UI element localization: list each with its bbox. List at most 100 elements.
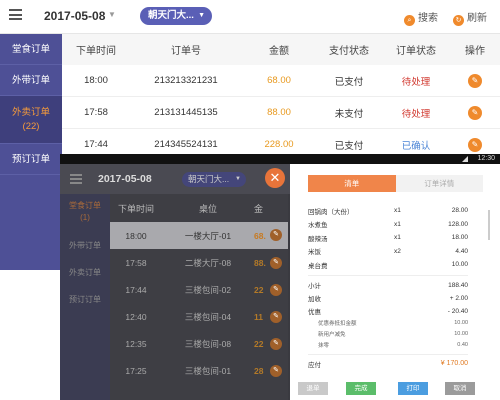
tab-order-detail[interactable]: 订单详情 — [395, 175, 483, 192]
column-header: 下单时间 — [117, 203, 154, 214]
surcharge-row: 加收 + 2.00 — [308, 292, 468, 305]
subtotal-label: 小计 — [308, 283, 321, 290]
item-price: 128.00 — [448, 220, 468, 228]
discount-detail-value: 10.00 — [454, 320, 468, 326]
edit-order-icon[interactable]: ✎ — [468, 73, 482, 88]
discount-detail-label: 优惠券抵扣金额 — [318, 321, 357, 327]
divider — [308, 274, 468, 276]
table-row[interactable]: 18:00 213213321231 68.00 已支付 待处理 ✎ — [62, 65, 500, 97]
edit-order-icon[interactable]: ✎ — [270, 311, 282, 323]
sidebar-item-label: 外带订单 — [69, 241, 101, 250]
refresh-button[interactable]: ↻ 刷新 — [453, 9, 487, 26]
order-time: 12:35 — [125, 338, 147, 349]
column-header: 下单时间 — [76, 46, 116, 57]
chevron-down-icon[interactable]: ▼ — [108, 10, 116, 19]
discount-detail-label: 抹零 — [318, 343, 330, 349]
discount-detail-label: 新用户减免 — [318, 332, 346, 338]
order-time: 18:00 — [125, 230, 147, 241]
total-value: ¥ 170.00 — [440, 360, 468, 367]
divider — [308, 353, 468, 355]
edit-order-icon[interactable]: ✎ — [270, 284, 282, 296]
store-selector[interactable]: 朝天门大... ▼ — [182, 172, 246, 187]
store-label: 朝天门大... — [188, 174, 230, 184]
sidebar-item-label: 预订订单 — [11, 154, 50, 165]
list-item: 水煮鱼 x1 128.00 — [308, 218, 468, 232]
edit-order-icon[interactable]: ✎ — [270, 338, 282, 350]
store-selector[interactable]: 朝天门大... ▼ — [140, 7, 212, 25]
status-bar: 12:30 — [60, 154, 500, 164]
status-time: 12:30 — [477, 155, 495, 162]
table-header: 下单时间 订单号 金额 支付状态 订单状态 操作 — [62, 34, 500, 65]
tab-item-list[interactable]: 清单 — [308, 175, 396, 192]
total-label: 应付 — [308, 361, 321, 369]
item-price: 10.00 — [451, 261, 468, 269]
column-header: 金额 — [269, 46, 289, 57]
edit-order-icon[interactable]: ✎ — [468, 105, 482, 120]
edit-order-icon[interactable]: ✎ — [270, 229, 282, 241]
sidebar-item-takeout[interactable]: 外带订单 — [0, 65, 62, 96]
sidebar-item-delivery[interactable]: 外卖订单 (22) — [0, 96, 62, 144]
refresh-label: 刷新 — [467, 13, 487, 24]
hamburger-menu-icon[interactable] — [9, 9, 22, 20]
overlay-screen: 12:30 2017-05-08 朝天门大... ▼ ✕ 堂食订单 (1) 外带… — [60, 154, 500, 400]
edit-order-icon[interactable]: ✎ — [270, 257, 282, 269]
close-icon[interactable]: ✕ — [265, 168, 285, 188]
scrollbar[interactable] — [488, 210, 490, 240]
item-price: 4.40 — [455, 247, 468, 255]
order-status: 待处理 — [401, 108, 431, 120]
item-qty: x1 — [394, 234, 401, 242]
search-button[interactable]: ⌕ 搜索 — [404, 9, 438, 26]
discount-detail-row: 优惠券抵扣金额 10.00 — [308, 318, 468, 329]
column-header: 桌位 — [198, 203, 217, 214]
item-price: 28.00 — [451, 207, 468, 215]
item-qty: x1 — [394, 220, 401, 228]
sidebar: 堂食订单 (1) 外带订单 外卖订单 预订订单 — [60, 194, 110, 400]
surcharge-label: 加收 — [308, 296, 321, 303]
orders-table: 下单时间 订单号 金额 支付状态 订单状态 操作 18:00 213213321… — [62, 34, 500, 161]
discount-value: - 20.40 — [447, 307, 468, 315]
store-label: 朝天门大... — [148, 10, 194, 21]
sidebar-item-dine-in[interactable]: 堂食订单 (1) — [60, 194, 110, 232]
column-header: 订单号 — [171, 46, 201, 57]
sidebar-item-count: (22) — [22, 121, 40, 132]
discount-detail-row: 抹零 0.40 — [308, 340, 468, 351]
sidebar-item-delivery[interactable]: 外卖订单 — [60, 259, 110, 286]
discount-row: 优惠 - 20.40 — [308, 305, 468, 318]
order-number: 214345524131 — [154, 139, 218, 150]
item-name: 米饭 — [308, 249, 321, 257]
date-selector[interactable]: 2017-05-08 — [98, 173, 152, 185]
refund-button[interactable]: 退单 — [298, 382, 328, 395]
sidebar-item-dine-in[interactable]: 堂食订单 — [0, 34, 62, 65]
hamburger-menu-icon[interactable] — [70, 174, 82, 184]
table-row[interactable]: 17:58 213131445135 88.00 未支付 待处理 ✎ — [62, 97, 500, 129]
order-time: 17:25 — [125, 365, 147, 376]
date-selector[interactable]: 2017-05-08 — [44, 9, 105, 23]
order-amount: 68.00 — [267, 75, 291, 86]
row-actions: ✎ ✎ ✎ ✎ ✎ ✎ — [262, 194, 288, 400]
payment-status: 已支付 — [334, 140, 364, 152]
table-seat: 一楼大厅-01 — [184, 230, 232, 241]
column-header: 支付状态 — [329, 46, 369, 57]
list-item: 回锅肉（大份） x1 28.00 — [308, 204, 468, 218]
sidebar-item-takeout[interactable]: 外带订单 — [60, 232, 110, 259]
edit-order-icon[interactable]: ✎ — [270, 365, 282, 377]
sidebar-item-reservation[interactable]: 预订订单 — [60, 286, 110, 313]
list-item: 米饭 x2 4.40 — [308, 245, 468, 259]
payment-status: 未支付 — [334, 108, 364, 120]
total-row: 应付 ¥ 170.00 — [308, 358, 468, 370]
order-detail-panel: 清单 订单详情 回锅肉（大份） x1 28.00 水煮鱼 x1 128.00 酸… — [290, 164, 500, 400]
item-name: 回锅肉（大份） — [308, 208, 354, 216]
panel-tabs: 清单 订单详情 — [308, 175, 483, 192]
item-name: 桌台费 — [308, 262, 328, 270]
edit-order-icon[interactable]: ✎ — [468, 137, 482, 152]
complete-button[interactable]: 完成 — [346, 382, 376, 395]
search-icon: ⌕ — [404, 15, 415, 26]
subtotal-value: 188.40 — [448, 281, 468, 289]
top-header: 2017-05-08 ▼ 朝天门大... ▼ ⌕ 搜索 ↻ 刷新 — [0, 0, 500, 34]
print-button[interactable]: 打印 — [398, 382, 428, 395]
sidebar-item-reservation[interactable]: 预订订单 — [0, 144, 62, 175]
item-name: 水煮鱼 — [308, 222, 328, 230]
cancel-button[interactable]: 取消 — [445, 382, 475, 395]
order-time: 12:40 — [125, 311, 147, 322]
order-amount: 88.00 — [267, 107, 291, 118]
